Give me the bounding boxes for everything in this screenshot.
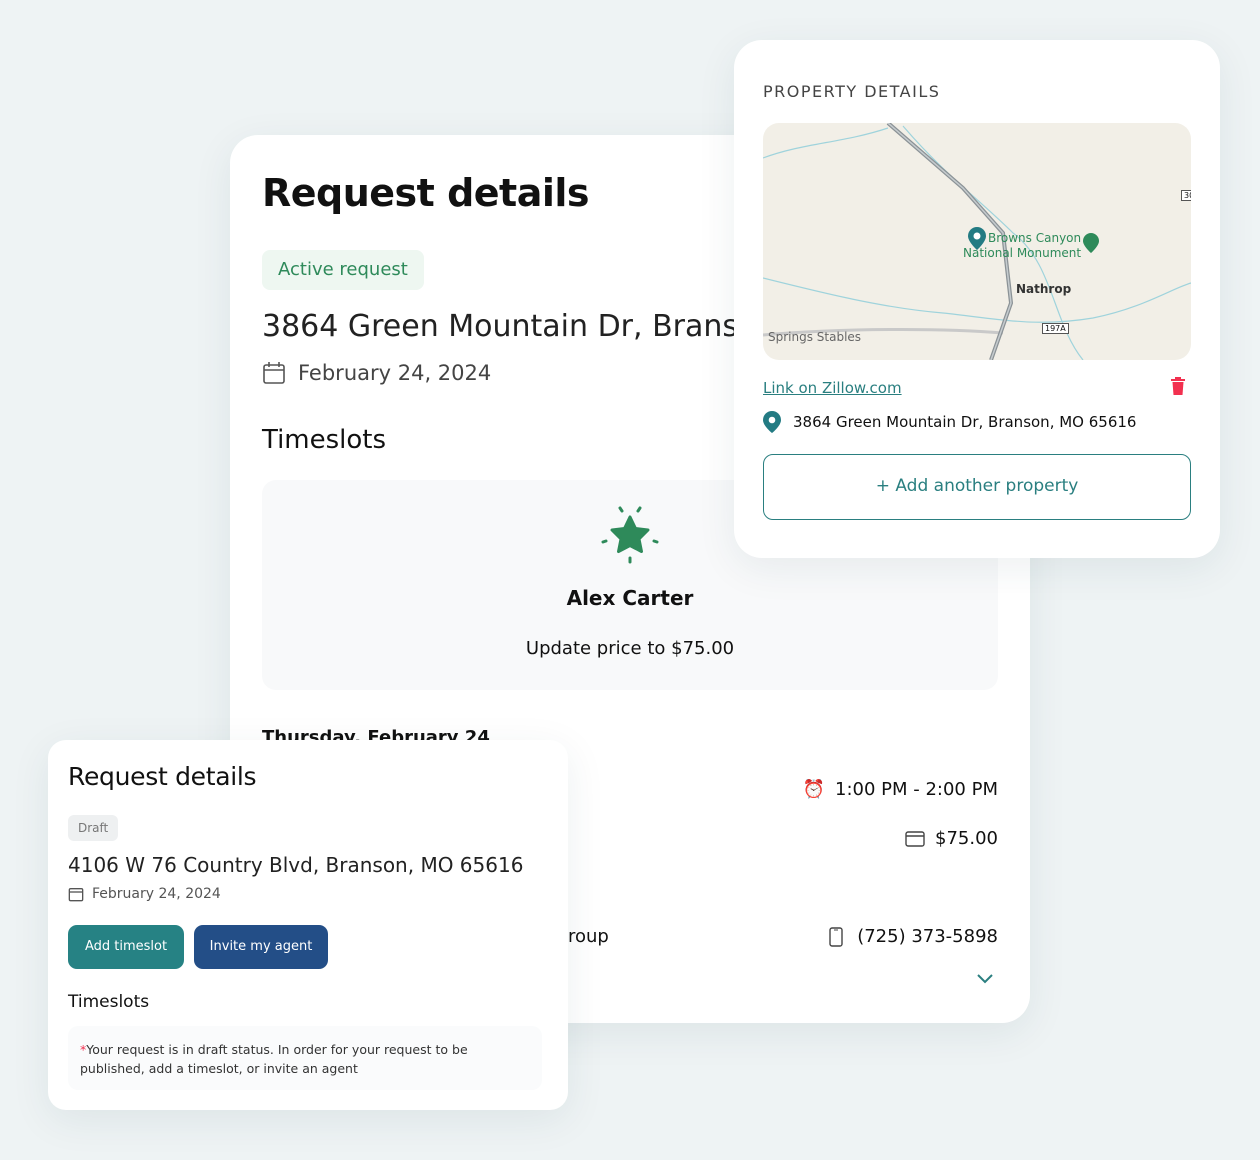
draft-date: February 24, 2024 [92, 886, 221, 902]
invite-agent-button[interactable]: Invite my agent [194, 925, 328, 969]
property-address: 3864 Green Mountain Dr, Branson, MO 6561… [793, 413, 1137, 431]
property-details-card: PROPERTY DETAILS Browns Canyon National … [734, 40, 1220, 558]
phone-row: (725) 373-5898 [829, 926, 998, 947]
draft-request-card: Request details Draft 4106 W 76 Country … [48, 740, 568, 1110]
map-town-label: Nathrop [1016, 282, 1072, 296]
credit-card-icon [905, 830, 925, 847]
trash-icon[interactable] [1171, 377, 1185, 395]
map-road-shield-2: 30 [1181, 190, 1191, 201]
page-title: Request details [262, 171, 590, 215]
map-poi-label-2: National Monument [963, 246, 1082, 260]
section-heading: PROPERTY DETAILS [763, 82, 941, 101]
phone-icon [829, 926, 843, 947]
price-row: $75.00 [905, 828, 998, 849]
map-place-label: Springs Stables [768, 330, 862, 344]
phone-number: (725) 373-5898 [857, 926, 998, 947]
time-range: 1:00 PM - 2:00 PM [835, 779, 998, 800]
add-property-button[interactable]: + Add another property [763, 454, 1191, 520]
map-road-shield: 197A [1042, 323, 1069, 334]
draft-note: *Your request is in draft status. In ord… [68, 1026, 542, 1090]
group-text: roup [568, 926, 609, 947]
draft-date-row: February 24, 2024 [68, 886, 221, 902]
status-badge: Active request [262, 250, 424, 290]
location-pin-icon [763, 411, 781, 433]
request-date: February 24, 2024 [298, 361, 492, 385]
map-poi-label: Browns Canyon [988, 231, 1082, 245]
add-timeslot-button[interactable]: Add timeslot [68, 925, 184, 969]
property-address-row: 3864 Green Mountain Dr, Branson, MO 6561… [763, 411, 1136, 433]
zillow-link[interactable]: Link on Zillow.com [763, 379, 902, 397]
star-icon [601, 506, 659, 564]
draft-note-text: Your request is in draft status. In orde… [80, 1042, 468, 1076]
timeslots-heading: Timeslots [262, 425, 387, 455]
draft-badge: Draft [68, 815, 119, 841]
date-row: February 24, 2024 [262, 361, 491, 385]
draft-title: Request details [68, 762, 257, 791]
chevron-down-icon[interactable] [976, 973, 994, 985]
agent-name: Alex Carter [566, 586, 694, 610]
price: $75.00 [935, 828, 998, 849]
calendar-icon [68, 888, 84, 902]
draft-address: 4106 W 76 Country Blvd, Branson, MO 6561… [68, 853, 524, 877]
draft-timeslots-heading: Timeslots [68, 992, 150, 1012]
timeslot-message: Update price to $75.00 [525, 638, 735, 659]
alarm-clock-icon: ⏰ [802, 779, 825, 800]
time-row: ⏰ 1:00 PM - 2:00 PM [803, 779, 998, 800]
map[interactable]: Browns Canyon National Monument Nathrop … [763, 123, 1191, 360]
map-graphic [763, 123, 1191, 360]
calendar-icon [263, 362, 285, 384]
